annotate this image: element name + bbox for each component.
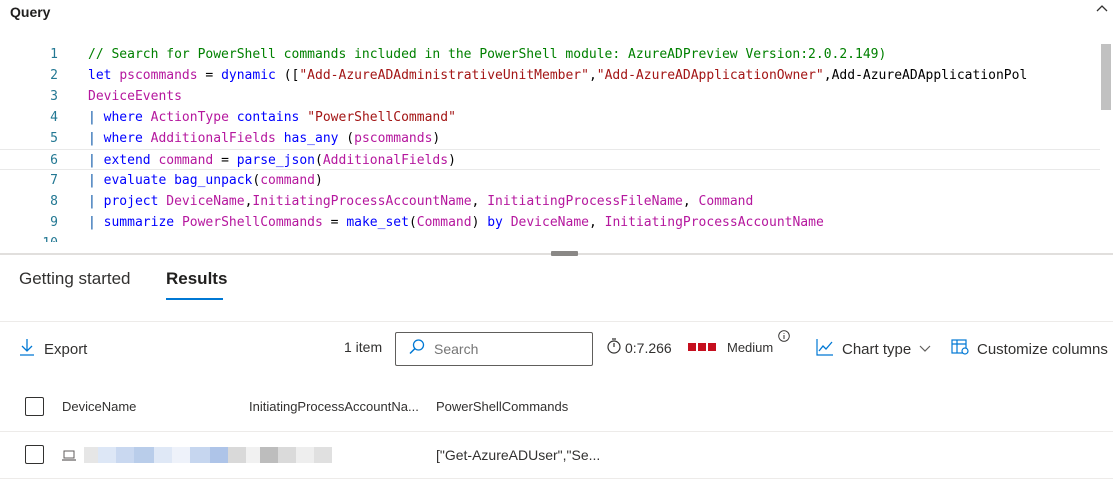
- code-text: | summarize PowerShellCommands = make_se…: [88, 215, 824, 230]
- redacted-device-name: [84, 447, 334, 463]
- table-row-divider: [0, 478, 1113, 479]
- tab-active-indicator: [166, 298, 223, 300]
- query-title: Query: [10, 4, 51, 20]
- pane-splitter-handle[interactable]: [551, 251, 578, 256]
- stopwatch-icon: [606, 337, 622, 358]
- search-box[interactable]: [395, 332, 593, 366]
- laptop-icon: [61, 449, 77, 467]
- code-line[interactable]: 10: [0, 233, 1100, 242]
- line-number: 5: [50, 131, 58, 146]
- item-count: 1 item: [344, 339, 383, 355]
- resource-bar: [708, 343, 716, 351]
- code-text: DeviceEvents: [88, 89, 182, 104]
- line-number: 2: [50, 68, 58, 83]
- column-header-devicename[interactable]: DeviceName: [62, 399, 136, 414]
- line-chart-icon: [816, 338, 834, 360]
- row-checkbox[interactable]: [25, 445, 44, 464]
- chevron-down-icon: [919, 341, 931, 358]
- query-header: Query: [0, 0, 1113, 30]
- resource-usage-label: Medium: [727, 340, 774, 355]
- code-line[interactable]: 9 | summarize PowerShellCommands = make_s…: [0, 212, 1100, 233]
- tab-results[interactable]: Results: [166, 269, 227, 289]
- elapsed-time-value: 0:7.266: [625, 339, 672, 356]
- code-line[interactable]: 2 let pscommands = dynamic (["Add-AzureAD…: [0, 65, 1100, 86]
- line-number: 9: [50, 215, 58, 230]
- tab-getting-started[interactable]: Getting started: [19, 269, 131, 289]
- code-line[interactable]: 5 | where AdditionalFields has_any (pscom…: [0, 128, 1100, 149]
- info-icon[interactable]: [778, 329, 790, 342]
- code-line[interactable]: 6 | extend command = parse_json(Additiona…: [0, 149, 1100, 170]
- search-input[interactable]: [432, 340, 582, 358]
- code-text: | where AdditionalFields has_any (pscomm…: [88, 131, 441, 146]
- search-icon: [408, 338, 426, 361]
- export-button[interactable]: Export: [19, 338, 87, 360]
- chart-type-label: Chart type: [842, 340, 912, 358]
- editor-vertical-scrollbar[interactable]: [1101, 44, 1111, 110]
- code-line[interactable]: 3 DeviceEvents: [0, 86, 1100, 107]
- line-number: 8: [50, 194, 58, 209]
- chevron-up-icon[interactable]: [1093, 0, 1111, 18]
- code-text: let pscommands = dynamic (["Add-AzureADA…: [88, 68, 1028, 83]
- select-all-checkbox[interactable]: [25, 397, 44, 416]
- code-text: | evaluate bag_unpack(command): [88, 173, 323, 188]
- resource-bar: [698, 343, 706, 351]
- code-text: | extend command = parse_json(Additional…: [88, 153, 456, 168]
- code-text: // Search for PowerShell commands includ…: [88, 47, 887, 62]
- line-number: 6: [50, 153, 58, 168]
- column-header-powershellcommands[interactable]: PowerShellCommands: [436, 399, 568, 414]
- customize-columns-button[interactable]: Customize columns: [951, 338, 1108, 360]
- code-line[interactable]: 1 // Search for PowerShell commands inclu…: [0, 44, 1100, 65]
- code-line[interactable]: 8 | project DeviceName,InitiatingProcessA…: [0, 191, 1100, 212]
- chart-type-button[interactable]: Chart type: [816, 338, 931, 360]
- resource-usage-bars: [688, 343, 718, 351]
- customize-columns-icon: [951, 338, 970, 360]
- column-header-initiatingprocessaccountname[interactable]: InitiatingProcessAccountNa...: [249, 399, 419, 414]
- cell-powershellcommands: ["Get-AzureADUser","Se...: [436, 447, 601, 463]
- export-label: Export: [44, 340, 88, 358]
- resource-bar: [688, 343, 696, 351]
- code-line[interactable]: 4 | where ActionType contains "PowerShell…: [0, 107, 1100, 128]
- line-number: 4: [50, 110, 58, 125]
- tab-bar-divider: [0, 321, 1113, 322]
- code-text: | where ActionType contains "PowerShellC…: [88, 110, 456, 125]
- download-icon: [19, 338, 35, 360]
- query-editor[interactable]: 1 // Search for PowerShell commands inclu…: [0, 44, 1113, 242]
- line-number: 3: [50, 89, 58, 104]
- customize-columns-label: Customize columns: [977, 340, 1108, 358]
- line-number: 7: [50, 173, 58, 188]
- elapsed-time: 0:7.266: [606, 337, 672, 358]
- code-text: | project DeviceName,InitiatingProcessAc…: [88, 194, 754, 209]
- table-header-divider: [0, 431, 1113, 432]
- line-number: 1: [50, 47, 58, 62]
- code-line[interactable]: 7 | evaluate bag_unpack(command): [0, 170, 1100, 191]
- line-number: 10: [0, 233, 58, 242]
